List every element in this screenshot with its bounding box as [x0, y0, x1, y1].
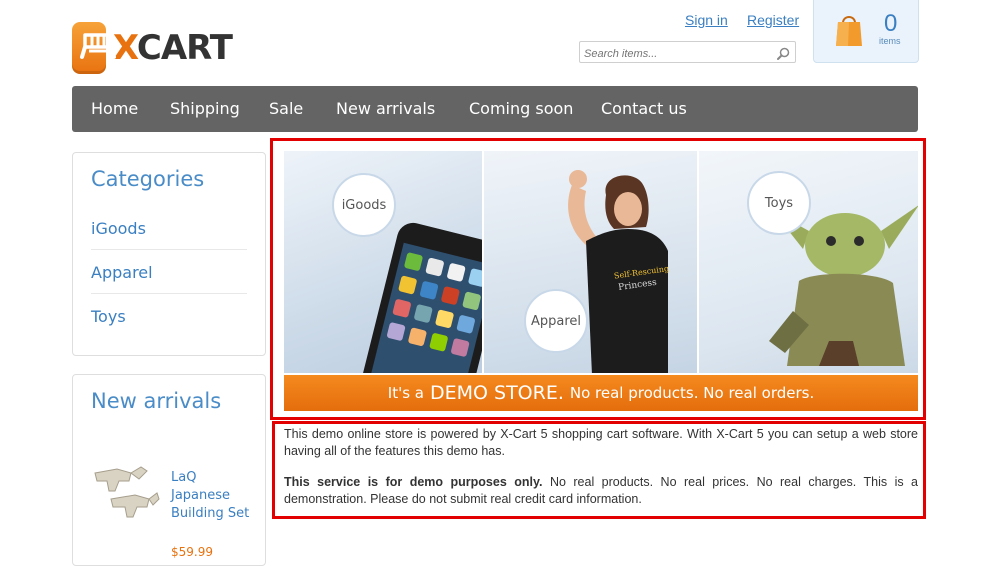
cart-logo-icon: [72, 22, 116, 74]
nav-sale[interactable]: Sale: [269, 99, 303, 118]
main-navigation: Home Shipping Sale New arrivals Coming s…: [72, 86, 918, 132]
mini-cart[interactable]: 0 items: [813, 0, 919, 63]
bubble-toys: Toys: [747, 171, 811, 235]
store-description: This demo online store is powered by X-C…: [284, 426, 918, 522]
bubble-apparel: Apparel: [524, 289, 588, 353]
banner-pane-igoods[interactable]: iGoods: [284, 151, 482, 373]
banner-pane-apparel[interactable]: Self-Rescuing Princess Apparel: [484, 151, 697, 373]
cart-items-label: items: [879, 36, 901, 46]
store-logo[interactable]: XCART: [72, 22, 233, 74]
banner-pane-toys[interactable]: Toys: [699, 151, 918, 373]
smartphone-image: [361, 222, 482, 373]
category-apparel[interactable]: Apparel: [91, 263, 153, 282]
nav-new-arrivals[interactable]: New arrivals: [336, 99, 435, 118]
description-paragraph: This demo online store is powered by X-C…: [284, 427, 918, 458]
categories-panel: Categories iGoods Apparel Toys: [72, 152, 266, 356]
new-arrivals-title: New arrivals: [91, 389, 222, 413]
product-thumbnail[interactable]: [91, 463, 161, 529]
search-input[interactable]: [584, 45, 769, 63]
divider: [91, 293, 247, 294]
bubble-igoods: iGoods: [332, 173, 396, 237]
logo-wordmark: XCART: [112, 28, 233, 68]
disclaimer-paragraph: This service is for demo purposes only. …: [284, 475, 919, 506]
signin-link[interactable]: Sign in: [685, 12, 728, 28]
demo-store-tagline: It's a DEMO STORE. No real products. No …: [284, 375, 918, 411]
nav-contact-us[interactable]: Contact us: [601, 99, 687, 118]
product-name-link[interactable]: LaQ Japanese Building Set: [171, 469, 251, 523]
nav-coming-soon[interactable]: Coming soon: [469, 99, 573, 118]
category-igoods[interactable]: iGoods: [91, 219, 146, 238]
register-link[interactable]: Register: [747, 12, 799, 28]
demo-store-banner[interactable]: iGoods Self-Rescuing Princess Apparel To…: [284, 151, 918, 411]
nav-home[interactable]: Home: [91, 99, 138, 118]
nav-shipping[interactable]: Shipping: [170, 99, 240, 118]
categories-title: Categories: [91, 167, 205, 191]
product-price: $59.99: [171, 545, 213, 559]
category-toys[interactable]: Toys: [91, 307, 126, 326]
shopping-bag-icon: [834, 12, 864, 52]
cart-count: 0: [884, 10, 898, 37]
divider: [91, 249, 247, 250]
new-arrivals-panel: New arrivals LaQ Japanese Building Set $…: [72, 374, 266, 566]
search-box: [579, 41, 796, 63]
search-icon[interactable]: [777, 45, 790, 64]
